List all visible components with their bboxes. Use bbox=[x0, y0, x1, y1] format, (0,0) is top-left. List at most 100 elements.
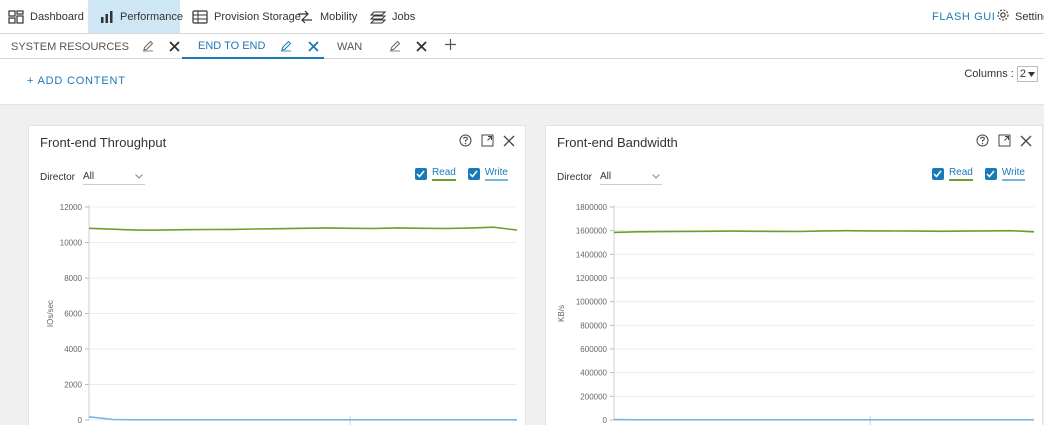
edit-pencil-icon[interactable] bbox=[387, 38, 403, 54]
close-panel-icon[interactable] bbox=[503, 135, 515, 150]
close-panel-icon[interactable] bbox=[1020, 135, 1032, 150]
chart-legend: Read Write bbox=[414, 167, 508, 181]
y-tick-label: 1000000 bbox=[576, 298, 608, 307]
tab-wan[interactable]: WAN bbox=[337, 34, 362, 59]
close-tab-icon[interactable] bbox=[166, 38, 182, 54]
y-tick-label: 1400000 bbox=[576, 250, 608, 259]
bar-chart-icon bbox=[100, 10, 114, 23]
nav-dashboard-label: Dashboard bbox=[30, 10, 84, 23]
legend-read-toggle[interactable]: Read bbox=[414, 167, 456, 181]
director-value: All bbox=[600, 171, 612, 182]
nav-settings[interactable]: Settings bbox=[996, 0, 1044, 33]
legend-read-toggle[interactable]: Read bbox=[931, 167, 973, 181]
y-tick-label: 0 bbox=[78, 416, 83, 425]
jobs-icon bbox=[370, 10, 386, 24]
nav-jobs-label: Jobs bbox=[392, 10, 416, 23]
dashboard-canvas: Front-end Throughput Director All Read W… bbox=[0, 104, 1044, 425]
panel-actions bbox=[459, 134, 515, 150]
caret-down-icon bbox=[1028, 68, 1035, 80]
help-icon[interactable] bbox=[459, 134, 472, 150]
edit-pencil-icon[interactable] bbox=[140, 38, 156, 54]
y-tick-label: 4000 bbox=[64, 345, 82, 354]
gear-icon bbox=[996, 8, 1010, 25]
edit-pencil-icon[interactable] bbox=[278, 38, 294, 54]
y-tick-label: 8000 bbox=[64, 274, 82, 283]
top-navigation: Dashboard Performance Provision Storage … bbox=[0, 0, 1044, 34]
bandwidth-panel: Front-end Bandwidth Director All Read Wr… bbox=[545, 125, 1043, 425]
panel-actions bbox=[976, 134, 1032, 150]
tab-system-resources[interactable]: SYSTEM RESOURCES bbox=[11, 34, 129, 59]
storage-icon bbox=[192, 9, 208, 24]
mobility-arrows-icon bbox=[296, 10, 314, 24]
read-series-line bbox=[88, 226, 518, 231]
director-select[interactable]: All bbox=[83, 169, 146, 185]
legend-write-toggle[interactable]: Write bbox=[984, 167, 1025, 181]
help-icon[interactable] bbox=[976, 134, 989, 150]
y-axis-label: KB/s bbox=[557, 305, 566, 322]
y-tick-label: 1200000 bbox=[576, 274, 608, 283]
dashboard-icon bbox=[8, 9, 24, 24]
legend-write-label: Write bbox=[484, 167, 508, 181]
nav-settings-label: Settings bbox=[1015, 10, 1044, 23]
y-tick-label: 0 bbox=[603, 416, 608, 425]
y-tick-label: 2000 bbox=[64, 381, 82, 390]
nav-mobility-label: Mobility bbox=[320, 10, 358, 23]
panel-title: Front-end Throughput bbox=[40, 135, 167, 150]
tab-label: END TO END bbox=[198, 39, 266, 52]
legend-write-label: Write bbox=[1001, 167, 1025, 181]
throughput-panel: Front-end Throughput Director All Read W… bbox=[28, 125, 526, 425]
y-tick-label: 1600000 bbox=[576, 227, 608, 236]
legend-write-toggle[interactable]: Write bbox=[467, 167, 508, 181]
checkbox-checked-icon bbox=[467, 168, 480, 180]
chevron-down-icon bbox=[652, 171, 660, 182]
chevron-down-icon bbox=[135, 171, 143, 182]
add-content-button[interactable]: + ADD CONTENT bbox=[27, 75, 126, 87]
content-toolbar: + ADD CONTENT Columns : 2 bbox=[0, 60, 1044, 104]
add-tab-icon[interactable] bbox=[442, 36, 458, 52]
tab-label: WAN bbox=[337, 40, 363, 53]
y-tick-label: 400000 bbox=[580, 369, 607, 378]
columns-value: 2 bbox=[1019, 68, 1026, 80]
bandwidth-chart: 1800000 1600000 1400000 1200000 1000000 80000… bbox=[557, 203, 1035, 425]
checkbox-checked-icon bbox=[931, 168, 944, 180]
expand-icon[interactable] bbox=[998, 134, 1011, 150]
legend-read-label: Read bbox=[948, 167, 973, 181]
nav-dashboard[interactable]: Dashboard bbox=[0, 0, 92, 33]
chart-legend: Read Write bbox=[931, 167, 1025, 181]
y-tick-label: 600000 bbox=[580, 345, 607, 354]
tab-end-to-end[interactable]: END TO END bbox=[182, 34, 324, 59]
director-filter: Director All bbox=[557, 169, 663, 185]
y-tick-label: 1800000 bbox=[576, 203, 608, 212]
y-tick-label: 800000 bbox=[580, 321, 607, 330]
director-filter: Director All bbox=[40, 169, 146, 185]
checkbox-checked-icon bbox=[414, 168, 427, 180]
columns-control: Columns : 2 bbox=[964, 66, 1038, 82]
nav-performance-label: Performance bbox=[120, 10, 183, 23]
director-value: All bbox=[83, 171, 95, 182]
expand-icon[interactable] bbox=[481, 134, 494, 150]
legend-read-label: Read bbox=[431, 167, 456, 181]
tab-label: SYSTEM RESOURCES bbox=[11, 40, 129, 53]
panel-title: Front-end Bandwidth bbox=[557, 135, 678, 150]
y-tick-label: 200000 bbox=[580, 392, 607, 401]
columns-select[interactable]: 2 bbox=[1016, 66, 1038, 82]
close-tab-icon[interactable] bbox=[413, 38, 429, 54]
director-select[interactable]: All bbox=[600, 169, 663, 185]
read-series-line bbox=[613, 229, 1035, 234]
nav-mobility[interactable]: Mobility bbox=[288, 0, 365, 33]
y-tick-label: 6000 bbox=[64, 310, 82, 319]
checkbox-checked-icon bbox=[984, 168, 997, 180]
brand-label[interactable]: FLASH GUI bbox=[932, 0, 995, 33]
y-tick-label: 12000 bbox=[60, 203, 83, 212]
nav-jobs[interactable]: Jobs bbox=[362, 0, 423, 33]
y-tick-label: 10000 bbox=[60, 239, 83, 248]
write-series-line bbox=[88, 416, 517, 421]
throughput-chart: 12000 10000 8000 6000 4000 2000 0 IOs/sec bbox=[46, 203, 518, 425]
nav-performance[interactable]: Performance bbox=[88, 0, 183, 33]
close-tab-icon[interactable] bbox=[305, 38, 321, 54]
y-axis-label: IOs/sec bbox=[46, 300, 55, 327]
director-label: Director bbox=[557, 171, 593, 183]
director-label: Director bbox=[40, 171, 76, 183]
dashboard-tab-strip: SYSTEM RESOURCES END TO END WAN bbox=[0, 34, 1044, 59]
columns-label: Columns : bbox=[964, 68, 1014, 80]
